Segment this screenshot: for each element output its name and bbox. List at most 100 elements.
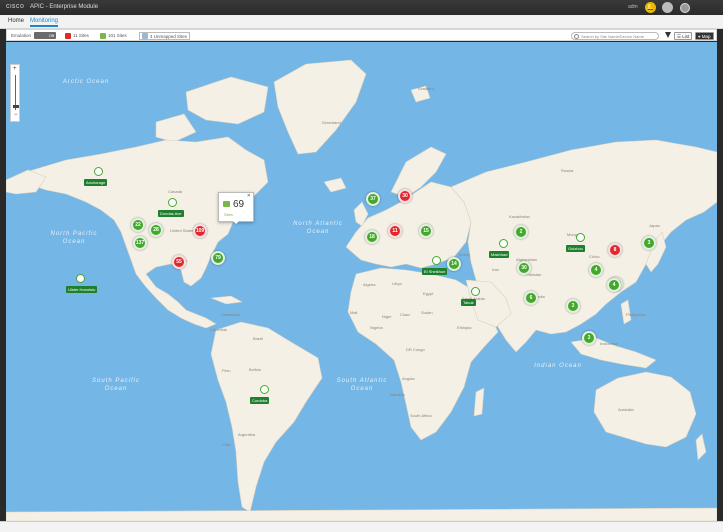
site-label[interactable]: Tabuk — [461, 299, 476, 306]
list-view-button[interactable]: ☰ List — [674, 31, 693, 40]
site-label[interactable]: Guizhou — [566, 245, 585, 252]
site-pin-icon[interactable] — [576, 233, 585, 242]
tab-monitoring[interactable]: Monitoring — [30, 18, 59, 27]
site-pin-icon[interactable] — [260, 385, 269, 394]
popup-sites-label: Sites — [224, 212, 233, 217]
emulation-label: Emulation — [11, 33, 32, 38]
ocean-label: South Pacific Ocean — [91, 378, 141, 392]
site-pin-icon[interactable] — [94, 167, 103, 176]
country-label: Kazakhstan — [509, 214, 530, 219]
popup-site-count: 69 — [233, 199, 245, 210]
cluster-marker[interactable]: 15 — [419, 224, 433, 238]
cluster-marker[interactable]: 137 — [133, 236, 147, 250]
country-label: Nigeria — [370, 325, 383, 330]
cluster-marker[interactable]: 3 — [642, 236, 656, 250]
site-pin-icon[interactable] — [432, 256, 441, 265]
unreachable-site-icon — [65, 32, 71, 39]
site-label[interactable]: Ulster Honolulu — [66, 286, 98, 293]
cluster-marker[interactable]: 55 — [172, 255, 186, 269]
filter-icon[interactable] — [665, 32, 671, 38]
cisco-logo: CISCO — [6, 4, 25, 10]
country-label: Iran — [492, 267, 499, 272]
cluster-marker[interactable]: 4 — [607, 278, 621, 292]
site-pin-icon[interactable] — [471, 287, 480, 296]
unreachable-sites-filter[interactable]: 11 Sites — [65, 32, 89, 39]
country-label: Namibia — [390, 392, 405, 397]
emulation-toggle[interactable]: Off — [34, 32, 56, 39]
site-label[interactable]: Mashhad — [489, 251, 510, 258]
cluster-marker[interactable]: 109 — [193, 224, 207, 238]
search-placeholder: Search by Site Name/Device Name — [581, 33, 644, 39]
country-label: Peru — [222, 368, 231, 373]
cluster-marker[interactable]: 11 — [388, 224, 402, 238]
cluster-marker[interactable]: 8 — [608, 243, 622, 257]
profile-icon[interactable] — [662, 2, 673, 13]
app-titlebar: CISCO APIC - Enterprise Module adm 🔔 — [0, 0, 723, 15]
site-pin-icon[interactable] — [76, 274, 85, 283]
country-label: Algeria — [363, 282, 376, 287]
country-label: Sudan — [421, 310, 433, 315]
cluster-marker[interactable]: 3 — [566, 299, 580, 313]
zoom-slider-handle[interactable] — [12, 105, 19, 108]
ocean-label: Indian Ocean — [534, 363, 582, 369]
close-icon[interactable]: ✕ — [247, 193, 251, 199]
country-label: Chad — [400, 312, 410, 317]
cluster-marker[interactable]: 4 — [589, 263, 603, 277]
list-view-label: List — [682, 33, 690, 39]
site-pin-icon[interactable] — [168, 198, 177, 207]
country-label: Libya — [392, 281, 402, 286]
country-label: Australia — [618, 407, 634, 412]
cluster-marker[interactable]: 18 — [365, 230, 379, 244]
footer-bar — [0, 521, 723, 532]
cluster-marker[interactable]: 28 — [149, 223, 163, 237]
country-label: Niger — [382, 314, 392, 319]
search-icon — [574, 33, 579, 39]
reachable-sites-filter[interactable]: 101 Sites — [100, 32, 127, 39]
country-label: Canada — [168, 189, 183, 194]
cluster-marker[interactable]: 30 — [398, 189, 412, 203]
map-view-button[interactable]: ⌖ Map — [695, 31, 714, 40]
settings-gear-icon[interactable] — [680, 3, 690, 13]
country-label: Venezuela — [221, 312, 240, 317]
zoom-control[interactable]: + − — [10, 64, 20, 122]
map-view-label: Map — [701, 33, 711, 39]
cluster-marker[interactable]: 14 — [447, 257, 461, 271]
country-label: United States — [170, 228, 195, 233]
site-label[interactable]: Cordoba — [250, 397, 270, 404]
site-icon — [223, 201, 230, 207]
cluster-marker[interactable]: 37 — [366, 192, 380, 206]
site-search-input[interactable]: Search by Site Name/Device Name — [571, 31, 659, 40]
country-label: Ethiopia — [457, 325, 472, 330]
cluster-marker[interactable]: 2 — [514, 225, 528, 239]
country-label: Brazil — [253, 336, 264, 341]
zoom-out-icon[interactable]: − — [14, 112, 18, 118]
reachable-sites-count: 101 Sites — [108, 33, 127, 38]
site-label[interactable]: Anchorage — [84, 179, 108, 186]
reachable-site-icon — [100, 32, 106, 39]
unmapped-site-icon — [142, 33, 148, 39]
country-label: Bolivia — [249, 367, 261, 372]
cluster-marker[interactable]: 79 — [211, 251, 225, 265]
country-label: China — [589, 254, 600, 259]
site-label[interactable]: Dundas Ave — [158, 210, 184, 217]
country-label: South Africa — [410, 413, 432, 418]
cluster-marker[interactable]: 3 — [582, 331, 596, 345]
unmapped-sites-filter[interactable]: 4 Unmapped Sites — [139, 32, 191, 40]
site-count-popup[interactable]: ✕ 69 Sites — [218, 192, 254, 224]
country-label: Egypt — [423, 291, 434, 296]
world-map[interactable]: + − Arctic Ocean North Pacific Ocean North… — [6, 42, 717, 521]
country-label: DR Congo — [406, 347, 425, 352]
tab-home[interactable]: Home — [8, 18, 24, 24]
site-pin-icon[interactable] — [499, 239, 508, 248]
cluster-marker[interactable]: 6 — [524, 291, 538, 305]
notification-bell-icon[interactable]: 🔔 — [645, 2, 656, 13]
cluster-marker[interactable]: 22 — [131, 218, 145, 232]
country-label: Russia — [561, 168, 574, 173]
site-label[interactable]: El Sheikhun — [422, 268, 448, 275]
user-name[interactable]: adm — [628, 4, 638, 10]
country-label: Svalbard — [418, 86, 434, 91]
ocean-label: South Atlantic Ocean — [336, 378, 388, 392]
zoom-in-icon[interactable]: + — [13, 66, 17, 72]
country-label: Philippines — [626, 312, 646, 317]
cluster-marker[interactable]: 30 — [517, 261, 531, 275]
